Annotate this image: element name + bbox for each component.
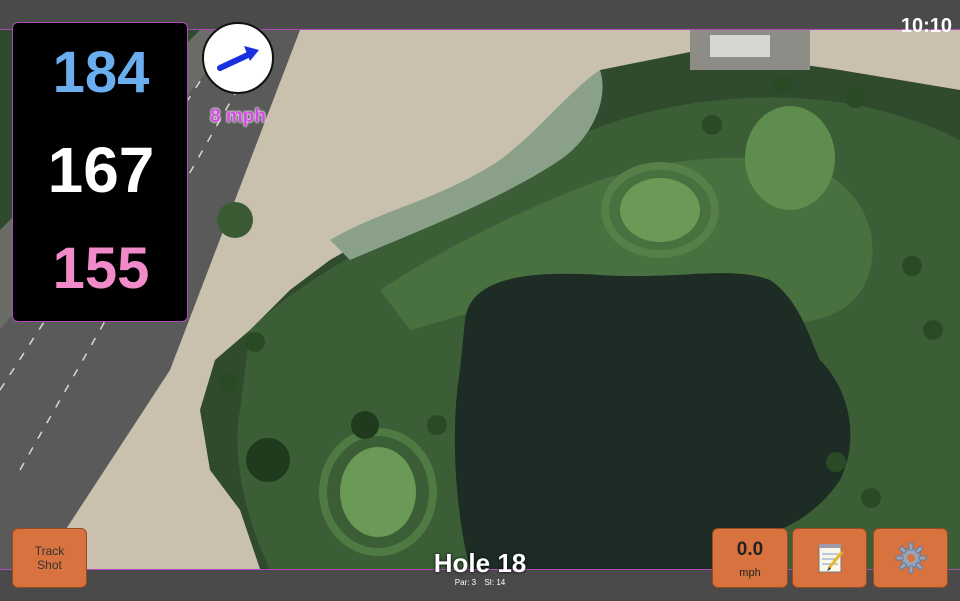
hole-info: Par: 3 SI: 14 (380, 578, 580, 587)
speed-button[interactable]: 0.0 mph (712, 528, 788, 588)
wind-indicator (202, 22, 274, 94)
back-distance: 184 (52, 40, 150, 105)
track-shot-button[interactable]: Track Shot (12, 528, 87, 588)
notepad-icon (818, 544, 843, 573)
distance-panel: 184 167 155 (12, 22, 188, 322)
wind-speed: 8 mph (210, 106, 266, 127)
stroke-index-label: SI: 14 (484, 578, 506, 587)
speed-value: 0.0 (736, 539, 764, 560)
gear-icon (895, 542, 926, 574)
track-shot-label-line1: Track (34, 544, 65, 558)
notes-button[interactable] (792, 528, 867, 588)
center-distance: 167 (47, 134, 155, 206)
par-label: Par: 3 (454, 578, 477, 587)
settings-button[interactable] (873, 528, 948, 588)
track-shot-label-line2: Shot (37, 558, 62, 572)
hole-title: Hole 18 (433, 548, 527, 578)
front-distance: 155 (52, 236, 150, 301)
speed-unit: mph (739, 567, 761, 579)
clock: 10:10 (900, 15, 952, 37)
arrow-right-icon (217, 46, 259, 71)
